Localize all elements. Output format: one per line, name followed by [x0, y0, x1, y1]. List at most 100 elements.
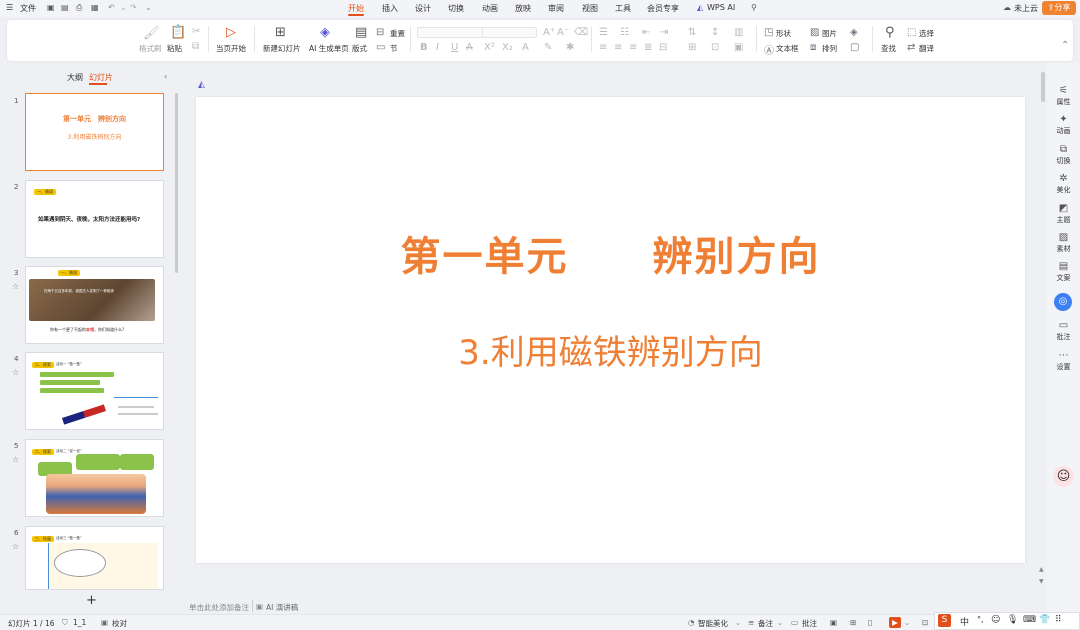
- increase-indent-icon[interactable]: ⇥: [660, 27, 668, 38]
- reset-icon[interactable]: ⊟: [376, 27, 384, 38]
- menu-review[interactable]: 审阅: [548, 3, 564, 14]
- layout-label[interactable]: 版式: [352, 43, 367, 54]
- avatar-icon[interactable]: ☺: [1053, 466, 1074, 487]
- emoji-icon[interactable]: ☺: [991, 615, 1000, 625]
- play-from-current-label[interactable]: 当页开始: [216, 43, 246, 54]
- bullets-icon[interactable]: ☰: [599, 27, 608, 38]
- play-from-current-icon[interactable]: ▷: [226, 25, 236, 40]
- menu-member[interactable]: 会员专享: [647, 3, 679, 14]
- reset-label[interactable]: 重置: [390, 28, 405, 39]
- sidebar-theme[interactable]: ◩ 主题: [1047, 203, 1080, 225]
- line-spacing-icon[interactable]: ↕: [711, 27, 719, 38]
- picture-label[interactable]: 图片: [822, 28, 837, 39]
- slide-subtitle[interactable]: 3.利用磁铁辨别方向: [196, 325, 1025, 374]
- align-center-icon[interactable]: ≡: [614, 42, 622, 53]
- menu-slideshow[interactable]: 放映: [515, 3, 531, 14]
- file-menu[interactable]: 文件: [20, 3, 36, 14]
- wps-ai-icon[interactable]: ◭: [697, 3, 703, 12]
- shrink-font-icon[interactable]: A⁻: [557, 27, 569, 38]
- italic-icon[interactable]: I: [436, 42, 439, 53]
- find-icon[interactable]: ⚲: [885, 25, 895, 40]
- slide-thumbnail-2[interactable]: 一、情境 如果遇到阴天、夜晚，太阳方法还能用吗?: [25, 180, 164, 258]
- menu-design[interactable]: 设计: [415, 3, 431, 14]
- sogou-logo-icon[interactable]: S: [938, 614, 951, 627]
- collapse-ribbon-icon[interactable]: ⌃: [1061, 40, 1069, 51]
- sidebar-copywriting[interactable]: ▤ 文案: [1047, 261, 1080, 283]
- menu-animation[interactable]: 动画: [482, 3, 498, 14]
- find-label[interactable]: 查找: [881, 43, 896, 54]
- ime-language[interactable]: 中: [960, 615, 969, 628]
- strikethrough-icon[interactable]: A: [466, 42, 473, 53]
- skin-icon[interactable]: 👕: [1039, 615, 1050, 625]
- undo-icon[interactable]: ↶: [108, 3, 115, 12]
- ai-single-slide-label[interactable]: AI 生成单页: [309, 43, 349, 54]
- superscript-icon[interactable]: X²: [484, 42, 495, 53]
- paste-label[interactable]: 粘贴: [167, 43, 182, 54]
- comments-button[interactable]: 批注: [802, 618, 817, 629]
- copy-icon[interactable]: ⧉: [192, 41, 199, 52]
- textbox-label[interactable]: 文本框: [776, 43, 799, 54]
- arrange-icon[interactable]: ⧈: [810, 42, 816, 53]
- sidebar-properties[interactable]: ⚟ 属性: [1047, 85, 1080, 107]
- section-icon[interactable]: ▭: [376, 42, 385, 53]
- slide-count[interactable]: 幻灯片 1 / 16: [8, 618, 55, 629]
- toolbox-icon[interactable]: ⠿: [1055, 615, 1062, 625]
- smart-beautify-button[interactable]: 智能美化: [698, 618, 728, 629]
- slide-canvas[interactable]: 第一单元 辨别方向 3.利用磁铁辨别方向: [196, 97, 1025, 563]
- paste-icon[interactable]: 📋: [170, 25, 186, 40]
- justify-icon[interactable]: ≣: [644, 42, 652, 53]
- share-button[interactable]: ⇪分享: [1042, 1, 1076, 15]
- notes-placeholder[interactable]: 单击此处添加备注: [189, 602, 249, 613]
- slide-thumbnail-6[interactable]: 三、拓展 活动三 “做一做”: [25, 526, 164, 590]
- grow-font-icon[interactable]: A⁺: [543, 27, 555, 38]
- tab-outline[interactable]: 大纲: [67, 72, 83, 83]
- search-icon[interactable]: ⚲: [751, 3, 757, 12]
- underline-icon[interactable]: U: [451, 42, 458, 53]
- bold-icon[interactable]: B: [420, 42, 428, 53]
- sidebar-transition[interactable]: ⧉ 切换: [1047, 144, 1080, 166]
- slide-thumbnail-1[interactable]: 第一单元 辨别方向 3.利用磁铁辨别方向: [25, 93, 164, 171]
- menu-tools[interactable]: 工具: [615, 3, 631, 14]
- print-preview-icon[interactable]: ▦: [91, 3, 99, 12]
- cloud-status[interactable]: 未上云: [1014, 3, 1038, 14]
- add-slide-icon[interactable]: +: [86, 593, 97, 608]
- new-slide-icon[interactable]: ⊞: [275, 25, 286, 40]
- ai-notes-button[interactable]: AI 演讲稿: [266, 602, 298, 613]
- sidebar-animation[interactable]: ✦ 动画: [1047, 114, 1080, 136]
- next-slide-icon[interactable]: ▼: [1039, 578, 1044, 585]
- section-label[interactable]: 节: [390, 43, 398, 54]
- slide-title[interactable]: 第一单元 辨别方向: [196, 224, 1025, 282]
- cut-icon[interactable]: ✂: [192, 26, 200, 37]
- slide-thumbnail-3[interactable]: 一、情境 在两千五百多年前，我国古人发明了一种磁体 你有一个更了不起的本领，你们…: [25, 266, 164, 344]
- convert-smartart-icon[interactable]: ⊡: [711, 42, 719, 53]
- normal-view-icon[interactable]: ▣: [830, 618, 837, 627]
- sidebar-settings[interactable]: ⋯ 设置: [1047, 350, 1080, 372]
- ai-slide-icon[interactable]: ◈: [320, 25, 330, 40]
- align-text-icon[interactable]: ⊞: [688, 42, 696, 53]
- text-box-format-icon[interactable]: ▣: [734, 42, 743, 53]
- shape-label[interactable]: 形状: [776, 28, 791, 39]
- highlight-icon[interactable]: ✎: [544, 42, 552, 53]
- more-dropdown-icon[interactable]: ⌄: [145, 3, 152, 12]
- font-size-select[interactable]: [482, 27, 537, 38]
- tab-slides[interactable]: 幻灯片: [89, 72, 113, 83]
- collapse-panel-icon[interactable]: ‹: [164, 72, 167, 81]
- menu-insert[interactable]: 插入: [382, 3, 398, 14]
- sidebar-assets[interactable]: ▨ 素材: [1047, 232, 1080, 254]
- panel-scrollbar[interactable]: [175, 93, 178, 273]
- format-painter-label[interactable]: 格式刷: [139, 43, 162, 54]
- microphone-icon[interactable]: 🎙: [1007, 615, 1018, 625]
- theme-name[interactable]: 1_1: [73, 618, 86, 627]
- menu-home[interactable]: 开始: [348, 3, 364, 14]
- undo-dropdown-icon[interactable]: ⌄: [120, 3, 127, 12]
- textbox-icon[interactable]: Ⓐ: [764, 42, 774, 57]
- select-icon[interactable]: ⬚: [907, 27, 916, 38]
- arrange-label[interactable]: 排列: [822, 43, 837, 54]
- slide-thumbnail-4[interactable]: 二、探索 活动一 “做一做”: [25, 352, 164, 430]
- slide-thumbnail-5[interactable]: 二、探索 活动二 “说一说”: [25, 439, 164, 517]
- keyboard-icon[interactable]: ⌨: [1023, 615, 1036, 625]
- notes-button[interactable]: 备注: [758, 618, 773, 629]
- sidebar-comments[interactable]: ▭ 批注: [1047, 320, 1080, 342]
- decrease-indent-icon[interactable]: ⇤: [642, 27, 650, 38]
- align-left-icon[interactable]: ≡: [599, 42, 607, 53]
